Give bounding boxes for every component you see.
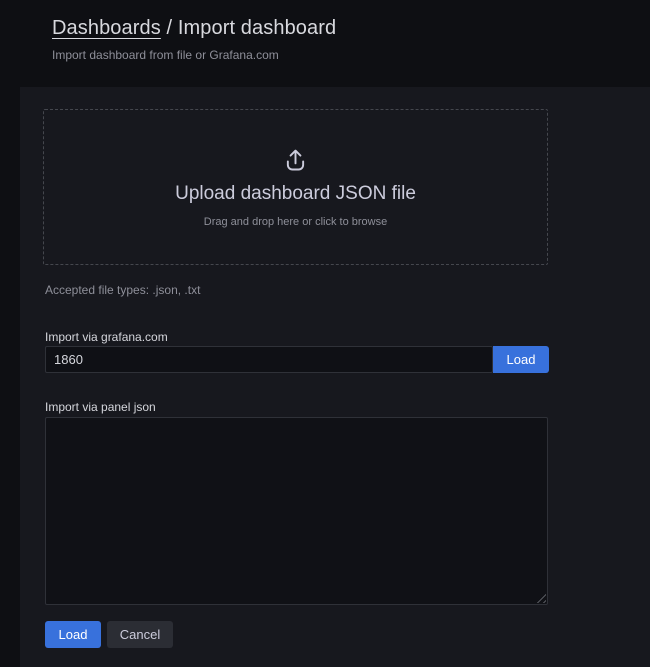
dropzone-hint: Drag and drop here or click to browse [204,216,387,228]
accepted-file-types: Accepted file types: .json, .txt [45,283,200,297]
panel-json-textarea[interactable] [45,417,548,605]
gcom-import-label: Import via grafana.com [45,330,168,344]
upload-icon [282,147,309,179]
page-title: Import dashboard [178,17,336,39]
form-actions: Load Cancel [45,621,173,648]
breadcrumb: Dashboards / Import dashboard [52,17,336,40]
breadcrumb-separator: / [167,17,173,39]
dropzone-title: Upload dashboard JSON file [175,183,416,205]
panel-json-area-wrap [45,417,548,605]
import-dashboard-page: Dashboards / Import dashboard Import das… [0,0,650,667]
load-button[interactable]: Load [45,621,101,648]
cancel-button[interactable]: Cancel [107,621,173,648]
breadcrumb-dashboards-link[interactable]: Dashboards [52,17,161,39]
gcom-import-row: Load [45,346,549,373]
upload-dropzone[interactable]: Upload dashboard JSON file Drag and drop… [43,109,548,265]
gcom-dashboard-id-input[interactable] [45,346,493,373]
gcom-load-button[interactable]: Load [493,346,549,373]
page-header: Dashboards / Import dashboard Import das… [52,17,336,62]
panel-json-label: Import via panel json [45,400,156,414]
content-panel: Upload dashboard JSON file Drag and drop… [20,87,650,667]
page-subtitle: Import dashboard from file or Grafana.co… [52,48,336,62]
